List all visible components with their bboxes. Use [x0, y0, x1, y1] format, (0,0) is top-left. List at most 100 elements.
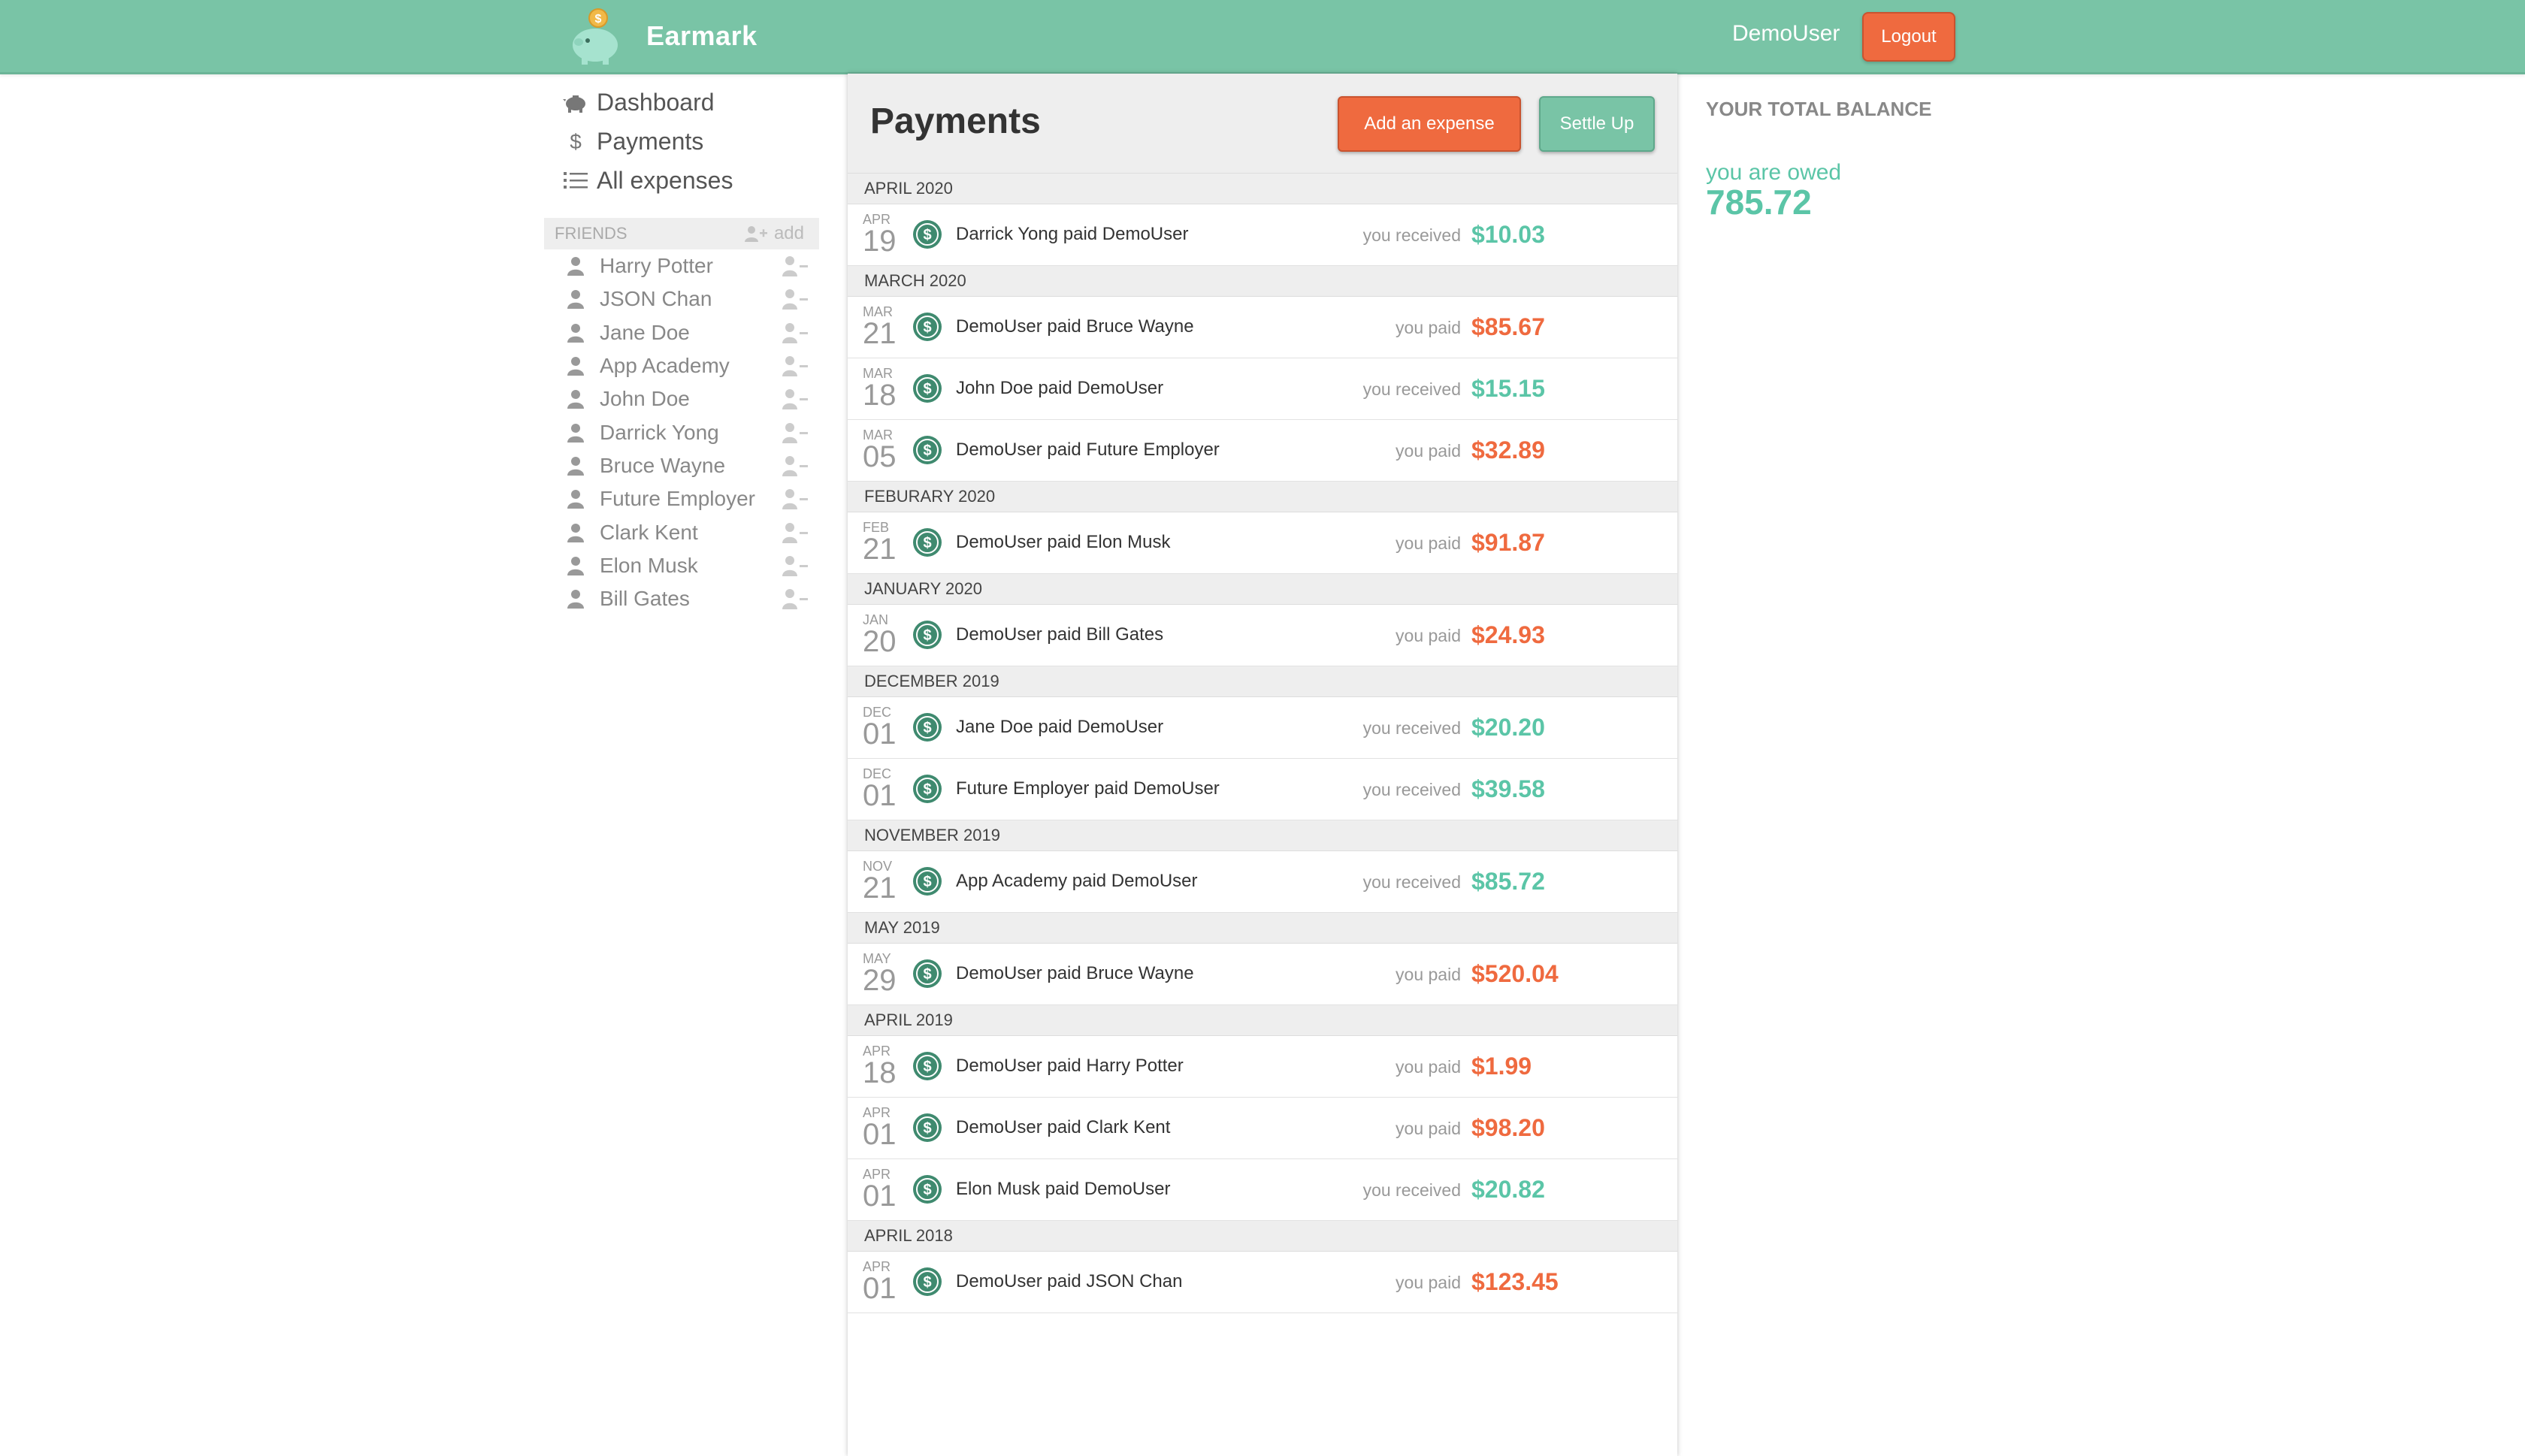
- friend-name: Darrick Yong: [600, 420, 719, 444]
- remove-user-icon[interactable]: [782, 255, 809, 277]
- payment-row[interactable]: JAN 20 $ DemoUser paid Bill Gates you paid $2…: [848, 605, 1677, 666]
- payment-row[interactable]: APR 01 $ DemoUser paid JSON Chan you paid $12…: [848, 1252, 1677, 1313]
- friend-item[interactable]: Future Employer: [544, 482, 819, 515]
- friend-item[interactable]: John Doe: [544, 382, 819, 415]
- friend-item[interactable]: Clark Kent: [544, 515, 819, 548]
- payment-description: DemoUser paid Bruce Wayne: [956, 963, 1194, 983]
- friend-item[interactable]: JSON Chan: [544, 282, 819, 316]
- friend-name: John Doe: [600, 387, 690, 411]
- logout-button[interactable]: Logout: [1862, 12, 1955, 62]
- payment-description: DemoUser paid Bruce Wayne: [956, 316, 1194, 337]
- nav-all-expenses[interactable]: All expenses: [544, 161, 819, 200]
- remove-user-icon[interactable]: [782, 455, 809, 477]
- payment-row[interactable]: MAR 18 $ John Doe paid DemoUser you received…: [848, 358, 1677, 420]
- friend-item[interactable]: Harry Potter: [544, 249, 819, 282]
- nav-label: All expenses: [597, 166, 733, 194]
- payment-row[interactable]: APR 18 $ DemoUser paid Harry Potter you paid…: [848, 1036, 1677, 1098]
- payment-row[interactable]: APR 01 $ Elon Musk paid DemoUser you receive…: [848, 1159, 1677, 1221]
- user-icon: [567, 257, 584, 276]
- friend-name: App Academy: [600, 354, 730, 378]
- payment-row[interactable]: MAY 29 $ DemoUser paid Bruce Wayne you paid $…: [848, 944, 1677, 1005]
- payment-row[interactable]: APR 01 $ DemoUser paid Clark Kent you paid $9…: [848, 1098, 1677, 1159]
- payment-direction: you received: [1362, 379, 1461, 399]
- friend-item[interactable]: Darrick Yong: [544, 415, 819, 449]
- friends-header-label: FRIENDS: [555, 224, 627, 243]
- friends-list: Harry Potter JSON Chan Jane Doe App Academy…: [544, 249, 819, 615]
- payment-direction: you paid: [1396, 318, 1461, 337]
- nav-dashboard[interactable]: Dashboard: [544, 83, 819, 122]
- current-user-name[interactable]: DemoUser: [1732, 21, 1840, 47]
- svg-text:$: $: [923, 627, 931, 644]
- remove-user-icon[interactable]: [782, 355, 809, 377]
- friend-item[interactable]: Bill Gates: [544, 582, 819, 615]
- month-header: APRIL 2018: [848, 1221, 1677, 1252]
- payment-row[interactable]: FEB 21 $ DemoUser paid Elon Musk you paid $91…: [848, 512, 1677, 574]
- svg-text:$: $: [923, 535, 931, 551]
- friend-item[interactable]: Jane Doe: [544, 316, 819, 349]
- svg-text:$: $: [923, 966, 931, 983]
- payment-day: 05: [863, 440, 897, 473]
- dollar-coin-icon: $: [913, 1267, 942, 1296]
- user-icon: [567, 556, 584, 575]
- payment-description: DemoUser paid Future Employer: [956, 440, 1220, 460]
- payment-date: DEC 01: [863, 705, 900, 749]
- remove-user-icon[interactable]: [782, 588, 809, 610]
- svg-text:$: $: [923, 720, 931, 736]
- payments-list: APRIL 2020 APR 19 $ Darrick Yong paid DemoUs…: [848, 174, 1677, 1313]
- add-friend-button[interactable]: add: [744, 223, 804, 244]
- payment-direction: you received: [1362, 718, 1461, 738]
- dollar-coin-icon: $: [913, 1052, 942, 1080]
- settle-up-button[interactable]: Settle Up: [1539, 96, 1655, 152]
- payment-row[interactable]: MAR 21 $ DemoUser paid Bruce Wayne you paid $…: [848, 297, 1677, 358]
- remove-user-icon[interactable]: [782, 388, 809, 410]
- remove-user-icon[interactable]: [782, 488, 809, 510]
- add-expense-button[interactable]: Add an expense: [1338, 96, 1521, 152]
- balance-panel: YOUR TOTAL BALANCE you are owed 785.72: [1706, 98, 2006, 219]
- balance-value: 785.72: [1706, 183, 1812, 222]
- friend-item[interactable]: Bruce Wayne: [544, 449, 819, 482]
- payment-row[interactable]: MAR 05 $ DemoUser paid Future Employer you p…: [848, 420, 1677, 482]
- payment-day: 01: [863, 1118, 897, 1151]
- remove-user-icon[interactable]: [782, 554, 809, 577]
- friend-name: JSON Chan: [600, 287, 712, 311]
- dollar-coin-icon: $: [913, 436, 942, 464]
- payment-row[interactable]: DEC 01 $ Jane Doe paid DemoUser you received…: [848, 697, 1677, 759]
- payment-direction: you received: [1362, 780, 1461, 799]
- payment-amount: $85.67: [1471, 313, 1545, 340]
- remove-user-icon[interactable]: [782, 288, 809, 310]
- payment-date: FEB 21: [863, 520, 900, 564]
- payment-direction: you paid: [1396, 1057, 1461, 1077]
- payment-row[interactable]: NOV 21 $ App Academy paid DemoUser you recei…: [848, 851, 1677, 913]
- payment-description: Elon Musk paid DemoUser: [956, 1179, 1171, 1199]
- payment-day: 29: [863, 964, 897, 997]
- payment-row[interactable]: APR 19 $ Darrick Yong paid DemoUser you rece…: [848, 204, 1677, 266]
- payment-row[interactable]: DEC 01 $ Future Employer paid DemoUser you r…: [848, 759, 1677, 820]
- payment-amount: $32.89: [1471, 436, 1545, 464]
- payment-day: 18: [863, 1056, 897, 1089]
- friend-item[interactable]: App Academy: [544, 349, 819, 382]
- remove-user-icon[interactable]: [782, 322, 809, 344]
- friends-header: FRIENDS add: [544, 218, 819, 249]
- piggy-bank-icon: [562, 92, 589, 113]
- add-user-icon: [744, 226, 767, 242]
- payment-date: APR 19: [863, 212, 900, 256]
- brand[interactable]: $ Earmark: [565, 5, 758, 68]
- svg-text:$: $: [923, 443, 931, 459]
- remove-user-icon[interactable]: [782, 421, 809, 444]
- user-icon: [567, 523, 584, 542]
- payment-amount: $20.20: [1471, 714, 1545, 741]
- friend-name: Elon Musk: [600, 553, 698, 577]
- payment-amount: $39.58: [1471, 775, 1545, 802]
- payments-panel: Payments Add an expense Settle Up APRIL …: [848, 74, 1677, 1456]
- user-icon: [567, 290, 584, 310]
- remove-user-icon[interactable]: [782, 521, 809, 544]
- payment-description: Darrick Yong paid DemoUser: [956, 224, 1189, 244]
- nav-payments[interactable]: $ Payments: [544, 122, 819, 161]
- dollar-coin-icon: $: [913, 374, 942, 403]
- payment-date: MAR 05: [863, 427, 900, 473]
- friend-item[interactable]: Elon Musk: [544, 549, 819, 582]
- payment-date: APR 18: [863, 1044, 900, 1089]
- svg-text:$: $: [923, 1182, 931, 1198]
- dollar-coin-icon: $: [913, 713, 942, 742]
- user-icon: [567, 456, 584, 476]
